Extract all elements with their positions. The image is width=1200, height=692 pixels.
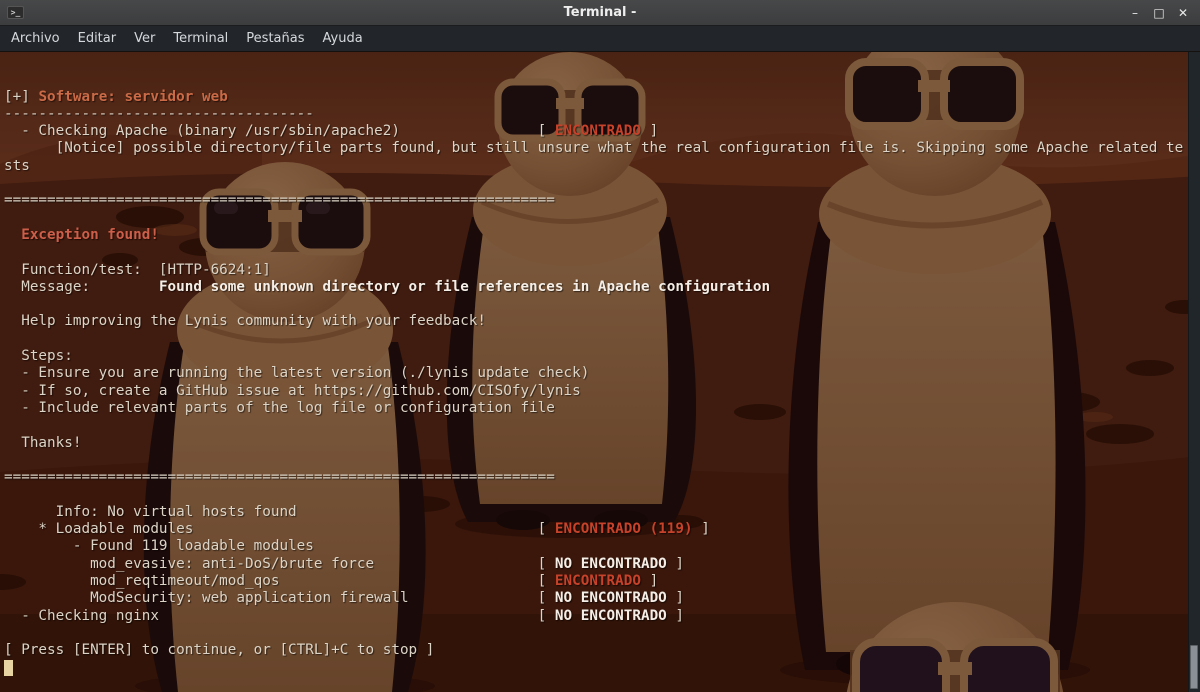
terminal-window: >_ Terminal - – □ ✕ Archivo Editar Ver T… [0,0,1200,692]
terminal-line: Thanks! [4,435,1200,452]
terminal-line: [+] Software: servidor web [4,89,1200,106]
terminal-line [4,486,1200,503]
terminal-line: mod_reqtimeout/mod_qos [ ENCONTRADO ] [4,573,1200,590]
menu-ver[interactable]: Ver [125,26,164,51]
terminal-line [4,175,1200,192]
terminal-line [4,659,1200,676]
terminal-line [4,625,1200,642]
terminal-line: ========================================… [4,192,1200,209]
terminal-line: - Include relevant parts of the log file… [4,400,1200,417]
terminal-line: ------------------------------------ [4,106,1200,123]
terminal-line [4,296,1200,313]
terminal-line [4,244,1200,261]
terminal-line: Help improving the Lynis community with … [4,313,1200,330]
terminal-screen[interactable]: [+] Software: servidor web--------------… [0,52,1200,692]
scrollbar[interactable] [1188,52,1200,692]
terminal-line: sts [4,158,1200,175]
menu-pestanas[interactable]: Pestañas [237,26,313,51]
close-button[interactable]: ✕ [1174,4,1192,22]
terminal-icon: >_ [7,6,24,19]
terminal-line [4,452,1200,469]
terminal-line: Message: Found some unknown directory or… [4,279,1200,296]
terminal-line: Steps: [4,348,1200,365]
window-title: Terminal - [0,5,1200,20]
title-bar[interactable]: >_ Terminal - – □ ✕ [0,0,1200,26]
menu-archivo[interactable]: Archivo [2,26,69,51]
terminal-line [4,331,1200,348]
menu-bar: Archivo Editar Ver Terminal Pestañas Ayu… [0,26,1200,52]
terminal-line: ========================================… [4,469,1200,486]
terminal-line: [ Press [ENTER] to continue, or [CTRL]+C… [4,642,1200,659]
terminal-line: * Loadable modules [ ENCONTRADO (119) ] [4,521,1200,538]
terminal-line: Exception found! [4,227,1200,244]
terminal-line [4,54,1200,71]
maximize-button[interactable]: □ [1150,4,1168,22]
minimize-button[interactable]: – [1126,4,1144,22]
terminal-line: - Checking Apache (binary /usr/sbin/apac… [4,123,1200,140]
terminal-line: - Ensure you are running the latest vers… [4,365,1200,382]
terminal-line: Function/test: [HTTP-6624:1] [4,262,1200,279]
menu-ayuda[interactable]: Ayuda [314,26,372,51]
terminal-line: - If so, create a GitHub issue at https:… [4,383,1200,400]
terminal-line: [Notice] possible directory/file parts f… [4,140,1200,157]
terminal-line [4,210,1200,227]
terminal-line [4,417,1200,434]
window-controls: – □ ✕ [1126,4,1200,22]
menu-editar[interactable]: Editar [69,26,126,51]
terminal-cursor [4,660,13,676]
scrollbar-thumb[interactable] [1190,645,1198,689]
terminal-line: ModSecurity: web application firewall [ … [4,590,1200,607]
terminal-line: Info: No virtual hosts found [4,504,1200,521]
terminal-line [4,71,1200,88]
terminal-line: mod_evasive: anti-DoS/brute force [ NO E… [4,556,1200,573]
terminal-line: - Checking nginx [ NO ENCONTRADO ] [4,608,1200,625]
terminal-line: - Found 119 loadable modules [4,538,1200,555]
menu-terminal[interactable]: Terminal [164,26,237,51]
terminal-viewport[interactable]: [+] Software: servidor web--------------… [0,52,1200,692]
